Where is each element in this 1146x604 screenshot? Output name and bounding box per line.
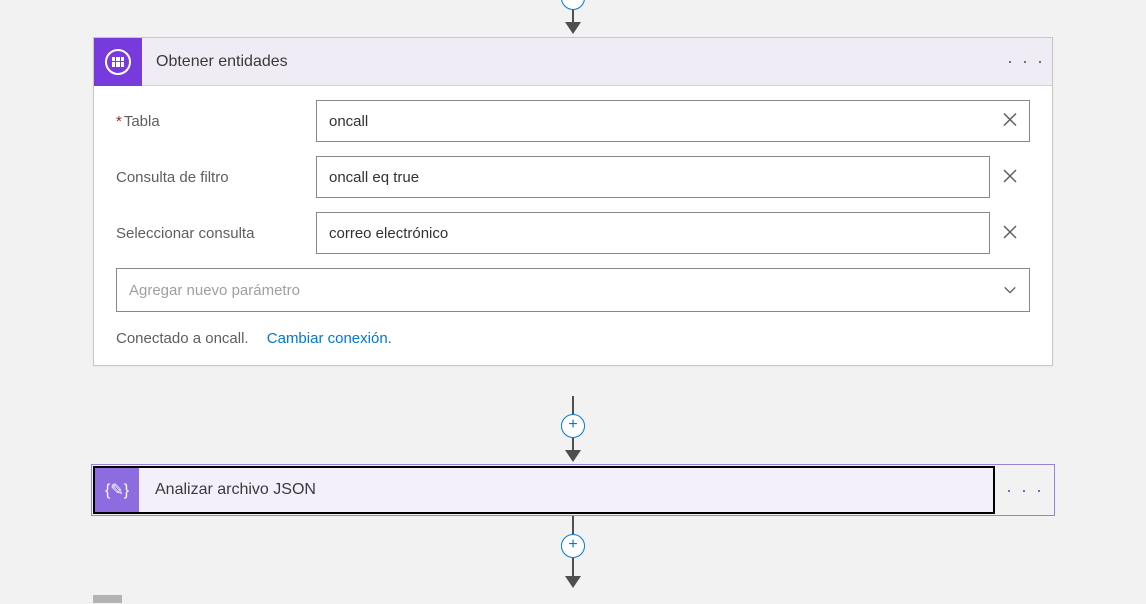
chevron-down-icon [1003, 283, 1017, 297]
action-card-header[interactable]: Obtener entidades · · · [94, 38, 1052, 86]
connector-line [572, 558, 574, 578]
clear-icon[interactable] [990, 168, 1030, 187]
connector-line [572, 396, 574, 414]
change-connection-link[interactable]: Cambiar conexión. [267, 330, 392, 347]
connector-line [572, 516, 574, 534]
param-label: Seleccionar consulta [116, 225, 316, 242]
action-card-body: *Tabla Consulta de filtro [94, 86, 1052, 365]
param-row-select: Seleccionar consulta [116, 212, 1030, 254]
action-card-title: Obtener entidades [156, 53, 1006, 71]
filtro-input[interactable] [316, 156, 990, 198]
action-card-header[interactable]: {✎} Analizar archivo JSON [93, 466, 995, 514]
clear-icon[interactable] [990, 224, 1030, 243]
param-row-tabla: *Tabla [116, 100, 1030, 142]
action-card-parse-json: {✎} Analizar archivo JSON · · · [93, 466, 1053, 514]
tabla-input[interactable] [316, 100, 1030, 142]
next-card-peek [93, 595, 122, 603]
connector-arrowhead [565, 450, 581, 462]
action-card-get-entities: Obtener entidades · · · *Tabla Consulta … [93, 37, 1053, 366]
add-step-button-top[interactable]: + [561, 0, 585, 10]
add-step-button[interactable]: + [561, 534, 585, 558]
action-card-menu-button[interactable]: · · · [1006, 42, 1046, 82]
add-step-button[interactable]: + [561, 414, 585, 438]
add-parameter-dropdown[interactable]: Agregar nuevo parámetro [116, 268, 1030, 312]
table-storage-icon [94, 38, 142, 86]
required-marker: * [116, 113, 122, 130]
data-operation-icon: {✎} [95, 468, 139, 512]
param-row-filtro: Consulta de filtro [116, 156, 1030, 198]
action-card-title: Analizar archivo JSON [155, 481, 993, 499]
clear-icon[interactable] [1002, 112, 1018, 131]
connection-info: Conectado a oncall. Cambiar conexión. [116, 330, 1030, 347]
param-label: *Tabla [116, 113, 316, 130]
connection-status-text: Conectado a oncall. [116, 330, 249, 347]
connector-arrowhead [565, 22, 581, 34]
action-card-menu-button[interactable]: · · · [1005, 470, 1045, 510]
select-input[interactable] [316, 212, 990, 254]
flow-canvas: + Obtener entidades · · · *Tabla [0, 0, 1146, 604]
connector-arrowhead [565, 576, 581, 588]
add-parameter-placeholder: Agregar nuevo parámetro [129, 282, 300, 299]
param-label: Consulta de filtro [116, 169, 316, 186]
